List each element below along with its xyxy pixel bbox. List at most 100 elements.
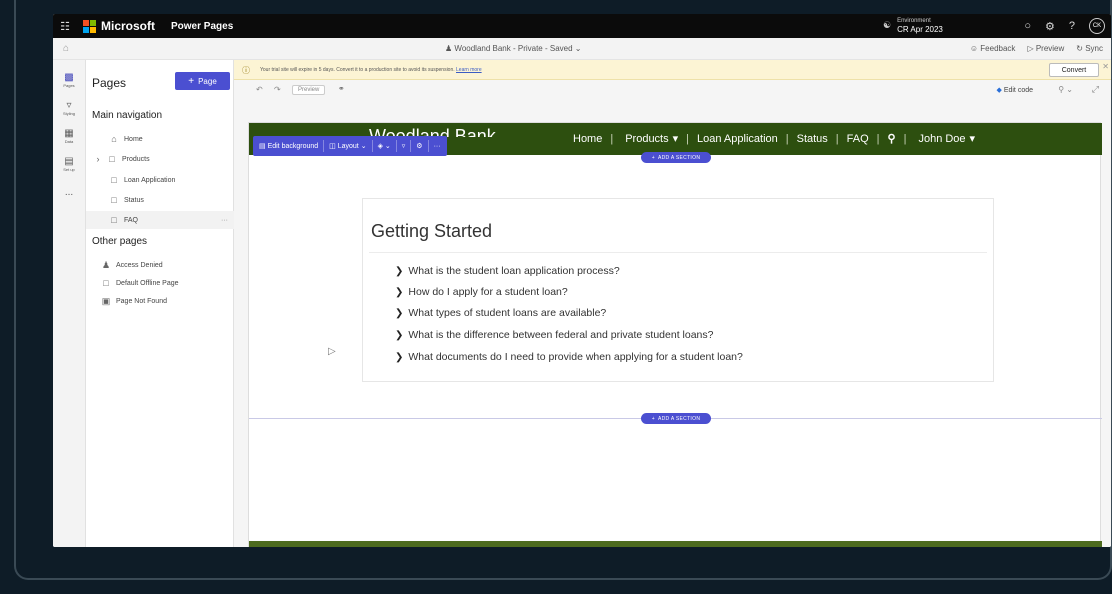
info-icon: ⓘ [242, 66, 250, 75]
product-name[interactable]: Power Pages [171, 21, 233, 32]
rail-label: Pages [63, 83, 75, 88]
page-item-status[interactable]: □ Status [86, 191, 234, 209]
convert-button[interactable]: Convert [1049, 63, 1099, 77]
page-item-home[interactable]: ⌂ Home [86, 130, 234, 148]
chevron-right-icon: ❯ [395, 286, 404, 298]
page-item-label: Status [124, 196, 144, 204]
vscode-icon: ◆ [996, 87, 1002, 94]
more-icon: ... [64, 186, 74, 198]
edit-background-label: Edit background [267, 143, 319, 150]
search-icon[interactable]: ⚲ [888, 132, 896, 145]
table-icon: ▦ [64, 128, 74, 139]
brush-icon[interactable]: ▿ [402, 142, 406, 150]
plus-icon: + [651, 154, 655, 161]
redo-icon[interactable]: ↷ [274, 85, 281, 94]
toolbar-divider [427, 140, 429, 152]
add-page-button[interactable]: + Page [175, 72, 230, 90]
chevron-right-icon: ❯ [395, 265, 404, 277]
page-icon: □ [111, 215, 117, 225]
settings-icon[interactable]: ⚙ [1045, 20, 1055, 33]
faq-heading[interactable]: Getting Started [371, 221, 492, 242]
add-section-button-bottom[interactable]: + ADD A SECTION [641, 413, 711, 424]
chevron-right-icon[interactable]: › [94, 154, 102, 164]
settings-icon[interactable]: ⚙ [416, 142, 422, 150]
faq-item[interactable]: ❯ What types of student loans are availa… [395, 307, 606, 319]
undo-icon[interactable]: ↶ [256, 85, 263, 94]
page-item-products[interactable]: › □ Products [86, 150, 234, 168]
site-canvas[interactable]: Woodland Bank Home | Products ▾ | Loan Ap… [248, 122, 1102, 547]
page-item-loan-application[interactable]: □ Loan Application [86, 171, 234, 189]
rail-data[interactable]: ▦ Data [53, 122, 85, 150]
close-icon[interactable]: ✕ [1102, 62, 1109, 71]
sync-label: Sync [1085, 44, 1103, 53]
command-bar: ⌂ ♟ Woodland Bank - Private - Saved ⌄ ☺ … [53, 38, 1111, 60]
avatar[interactable]: CK [1089, 18, 1105, 34]
notifications-icon[interactable]: ○ [1024, 20, 1031, 32]
rail-pages[interactable]: ▩ Pages [53, 66, 85, 94]
faq-item[interactable]: ❯ How do I apply for a student loan? [395, 286, 568, 298]
edit-background-button[interactable]: ▤ Edit background [259, 142, 318, 150]
nav-divider: | [876, 132, 880, 145]
more-icon[interactable]: ··· [434, 143, 441, 150]
home-icon[interactable]: ⌂ [63, 43, 69, 54]
site-nav-home[interactable]: Home [573, 133, 602, 145]
faq-item[interactable]: ❯ What is the student loan application p… [395, 265, 620, 277]
add-section-button-top[interactable]: + ADD A SECTION [641, 152, 711, 163]
rail-styling[interactable]: ▿ Styling [53, 94, 85, 122]
learn-more-link[interactable]: Learn more [456, 67, 482, 73]
heading-divider [369, 252, 987, 253]
page-item-label: Loan Application [124, 176, 176, 184]
style-icon[interactable]: ◈ ⌄ [378, 142, 391, 150]
environment-icon: ☯ [883, 20, 892, 30]
chevron-right-icon: ❯ [395, 329, 404, 341]
site-nav-status[interactable]: Status [797, 133, 828, 145]
environment-label: Environment [897, 18, 931, 24]
more-options-icon[interactable]: ··· [221, 217, 228, 224]
trial-banner: ⓘ Your trial site will expire in 5 days.… [234, 60, 1111, 80]
rail-label: Styling [62, 111, 75, 116]
preview-toggle[interactable]: Preview [292, 85, 326, 95]
home-icon: ⌂ [111, 134, 117, 144]
sync-button[interactable]: ↻ Sync [1076, 44, 1103, 53]
page-item-label: Access Denied [116, 261, 163, 269]
rail-more[interactable]: ... [53, 178, 85, 206]
page-item-faq[interactable]: □ FAQ ··· [86, 211, 234, 229]
site-footer [249, 541, 1102, 547]
feedback-button[interactable]: ☺ Feedback [970, 44, 1016, 53]
environment-value: CR Apr 2023 [897, 25, 943, 34]
page-item-not-found[interactable]: ▣ Page Not Found [86, 292, 234, 310]
help-icon[interactable]: ? [1069, 20, 1075, 32]
main-navigation-title: Main navigation [92, 110, 163, 121]
site-nav-products[interactable]: Products ▾ [621, 132, 678, 145]
zoom-icon[interactable]: ⚲ ⌄ [1058, 85, 1073, 94]
site-status[interactable]: ♟ Woodland Bank - Private - Saved ⌄ [445, 44, 581, 53]
chevron-right-icon: ❯ [395, 307, 404, 319]
setup-icon: ▤ [64, 156, 74, 167]
page-icon: □ [109, 154, 115, 164]
rail-setup[interactable]: ▤ Set up [53, 150, 85, 178]
site-nav-faq[interactable]: FAQ [847, 133, 869, 145]
link-icon[interactable]: ⚭ [338, 84, 345, 93]
user-lock-icon: ♟ [101, 259, 111, 270]
app-launcher-icon[interactable]: ☷ [53, 20, 77, 33]
faq-item[interactable]: ❯ What documents do I need to provide wh… [395, 351, 743, 363]
site-nav-user[interactable]: John Doe ▾ [914, 132, 975, 145]
microsoft-logo-icon [83, 19, 96, 33]
edit-code-button[interactable]: ◆ Edit code [996, 86, 1033, 94]
layout-button[interactable]: ◫ Layout ⌄ [329, 142, 366, 150]
fullscreen-icon[interactable]: ⤢ [1092, 84, 1099, 95]
page-item-offline[interactable]: □ Default Offline Page [86, 274, 234, 292]
environment-picker[interactable]: ☯ Environment CR Apr 2023 [883, 17, 943, 34]
toolbar-divider [323, 140, 325, 152]
faq-item[interactable]: ❯ What is the difference between federal… [395, 329, 713, 341]
pages-title: Pages [92, 76, 127, 90]
page-item-access-denied[interactable]: ♟ Access Denied [86, 256, 234, 274]
plus-icon: + [651, 415, 655, 422]
page-item-label: Default Offline Page [116, 279, 179, 287]
add-section-label: ADD A SECTION [657, 415, 701, 422]
preview-button[interactable]: ▷ Preview [1027, 44, 1064, 53]
site-nav-loan-application[interactable]: Loan Application [697, 133, 778, 145]
rail-label: Data [64, 139, 74, 144]
faq-question: How do I apply for a student loan? [408, 286, 568, 298]
faq-card[interactable]: Getting Started ❯ What is the student lo… [362, 198, 994, 382]
